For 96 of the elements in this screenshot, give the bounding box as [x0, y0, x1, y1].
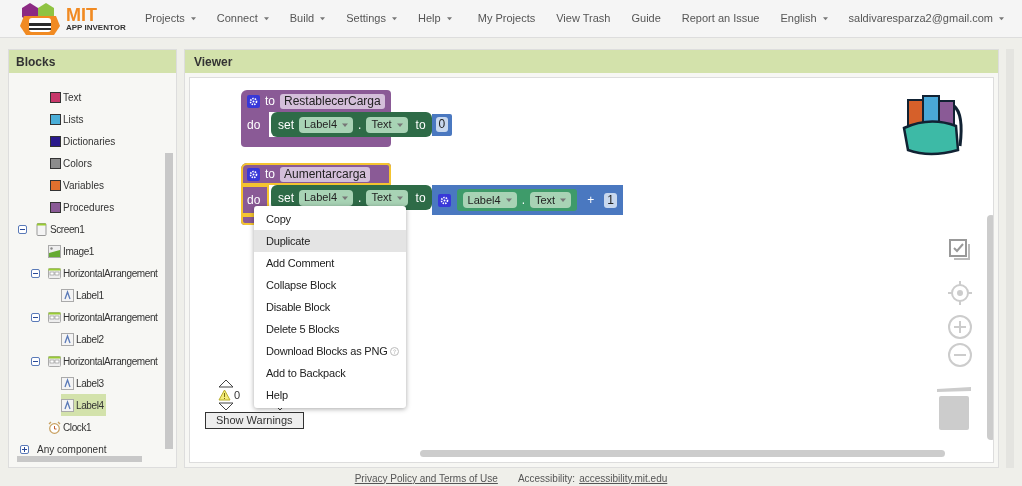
alarm-clock-icon	[48, 420, 61, 434]
tree-item[interactable]: HorizontalArrangement	[48, 350, 160, 372]
label-icon	[61, 288, 74, 302]
menu-item[interactable]: saldivaresparza2@gmail.com	[848, 10, 1004, 27]
label-icon	[61, 332, 74, 346]
caret-icon	[342, 121, 349, 128]
tree-item[interactable]: Label3	[61, 372, 106, 394]
gear-icon[interactable]	[247, 94, 260, 108]
menu-item[interactable]: Add to Backpack	[254, 362, 406, 384]
nav-link[interactable]: Report an Issue	[681, 10, 760, 27]
nav-link[interactable]: My Projects	[477, 10, 536, 27]
number-field[interactable]: 1	[604, 192, 617, 208]
procedure-header[interactable]: to Aumentarcarga	[241, 163, 391, 185]
logo-subtitle: APP INVENTOR	[66, 23, 126, 32]
do-keyword: do	[247, 116, 261, 134]
do-keyword: do	[247, 192, 261, 209]
horizontal-scrollbar[interactable]	[17, 456, 142, 462]
tree-item[interactable]: HorizontalArrangement	[48, 262, 160, 284]
logo-title: MIT	[66, 5, 98, 24]
menu-item[interactable]: Delete 5 Blocks	[254, 318, 406, 340]
operator-symbol: +	[587, 192, 595, 209]
collapse-icon[interactable]	[31, 268, 40, 278]
property-dropdown[interactable]: Text	[366, 189, 408, 206]
menu-item[interactable]: Settings	[346, 10, 397, 27]
gear-icon[interactable]	[437, 193, 451, 207]
show-warnings-button[interactable]: Show Warnings	[205, 412, 304, 429]
collapse-icon[interactable]	[31, 356, 40, 366]
component-dropdown[interactable]: Label4	[299, 189, 354, 206]
warning-count: 0	[234, 387, 241, 403]
procedure-name-field[interactable]: RestablecerCarga	[280, 93, 385, 109]
menu-item[interactable]: Connect	[216, 10, 269, 27]
menu-item[interactable]: Collapse Block	[254, 274, 406, 296]
layout-icon	[48, 354, 61, 368]
warning-icon	[218, 389, 231, 401]
menu-item[interactable]: Help	[254, 384, 406, 406]
property-dropdown[interactable]: Text	[530, 192, 572, 208]
caret-icon	[396, 121, 403, 128]
up-arrow-icon[interactable]	[218, 379, 234, 388]
cleanup-icon[interactable]	[948, 238, 972, 262]
horizontal-scrollbar[interactable]	[420, 450, 945, 457]
label-icon	[61, 398, 74, 412]
layout-icon	[48, 266, 61, 280]
tree-item[interactable]: Clock1	[48, 416, 94, 438]
collapse-icon[interactable]	[18, 224, 27, 234]
component-dropdown[interactable]: Label4	[462, 192, 517, 208]
expand-icon[interactable]	[20, 444, 29, 454]
menu-item[interactable]: English	[780, 10, 828, 27]
tree-item[interactable]: Screen1	[35, 218, 87, 240]
backpack-icon[interactable]	[900, 94, 966, 158]
gear-icon[interactable]	[247, 167, 260, 181]
image-icon	[48, 244, 61, 258]
tree-item[interactable]: Image1	[48, 240, 96, 262]
tree-item[interactable]: Any component	[37, 441, 107, 457]
vertical-scrollbar[interactable]	[987, 215, 994, 440]
getter-block[interactable]: Label4 . Text	[456, 189, 578, 211]
set-block[interactable]: set Label4 . Text to	[271, 112, 432, 137]
addition-block[interactable]: Label4 . Text + 1	[431, 185, 623, 215]
phone-icon	[35, 222, 48, 236]
collapse-icon[interactable]	[31, 312, 40, 322]
property-dropdown[interactable]: Text	[366, 116, 408, 133]
caret-icon	[396, 194, 403, 201]
component-dropdown[interactable]: Label4	[299, 116, 354, 133]
down-arrow-icon[interactable]	[218, 402, 234, 411]
label-icon	[61, 376, 74, 390]
tree-item[interactable]: Dictionaries	[9, 130, 164, 152]
tree-item[interactable]: Procedures	[9, 196, 164, 218]
menu-item[interactable]: Add Comment	[254, 252, 406, 274]
procedure-header[interactable]: to RestablecerCarga	[241, 90, 391, 112]
menu-item[interactable]: Build	[289, 10, 326, 27]
menu-item[interactable]: Projects	[145, 10, 196, 27]
footer-link[interactable]: accessibility.mit.edu	[579, 470, 668, 486]
tree-item[interactable]: HorizontalArrangement	[48, 306, 160, 328]
menu-item[interactable]: Help	[417, 10, 452, 27]
menu-item[interactable]: Duplicate	[254, 230, 406, 252]
menu-item[interactable]: Copy	[254, 208, 406, 230]
footer-text: Accessibility:	[517, 471, 576, 486]
caret-icon	[342, 194, 349, 201]
tree-item[interactable]: Variables	[9, 174, 164, 196]
tree-item[interactable]: Label1	[61, 284, 106, 306]
tree-item[interactable]: Lists	[9, 108, 164, 130]
procedure-name-field[interactable]: Aumentarcarga	[280, 166, 371, 182]
tree-item[interactable]: Text	[9, 86, 164, 108]
panel-title: Viewer	[185, 50, 999, 73]
vertical-scrollbar[interactable]	[165, 153, 173, 449]
footer-link[interactable]: Privacy Policy and Terms of Use	[354, 470, 498, 486]
menu-item[interactable]: Disable Block	[254, 296, 406, 318]
tree-item[interactable]: Label4	[61, 394, 106, 416]
caret-icon	[505, 197, 512, 203]
tree-item[interactable]: Colors	[9, 152, 164, 174]
caret-icon	[560, 197, 567, 203]
nav-link[interactable]: View Trash	[556, 10, 611, 27]
tree-item[interactable]: Label2	[61, 328, 106, 350]
panel-title: Blocks	[9, 50, 176, 73]
menu-item[interactable]: Download Blocks as PNG	[254, 340, 406, 362]
layout-icon	[48, 310, 61, 324]
nav-link[interactable]: Guide	[631, 10, 661, 27]
